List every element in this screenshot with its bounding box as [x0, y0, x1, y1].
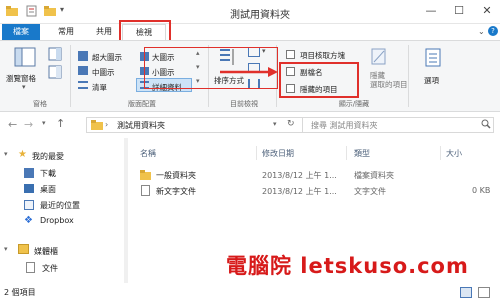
large-icons-view-icon[interactable] [478, 287, 490, 298]
chevron-down-icon[interactable]: ▾ [4, 150, 8, 158]
address-bar-row: ← → ▾ ↑ › 測試用資料夾 ▾ ↻ 搜尋 測試用資料夾 [0, 112, 500, 138]
column-separator[interactable] [256, 146, 257, 160]
text-file-icon [141, 185, 150, 196]
navigation-pane-button[interactable]: 瀏覽窗格 [6, 73, 36, 84]
tab-file[interactable]: 檔案 [2, 24, 40, 40]
chevron-down-icon[interactable]: ▾ [60, 5, 72, 17]
folder-icon [140, 170, 151, 180]
arrow-annotation [220, 66, 280, 78]
layout-medium-icons[interactable]: 中圖示 [92, 67, 115, 78]
file-type: 文字文件 [354, 187, 386, 196]
maximize-button[interactable]: ☐ [446, 2, 472, 20]
nav-item-desktop[interactable]: 桌面 [40, 184, 56, 195]
nav-item-downloads[interactable]: 下載 [40, 168, 56, 179]
folder-icon [91, 120, 103, 130]
details-pane-icon[interactable] [48, 65, 62, 79]
ribbon-separator [408, 45, 409, 107]
column-header-size[interactable]: 大小 [446, 148, 462, 159]
navigation-pane-icon[interactable] [14, 47, 36, 69]
table-row[interactable]: 新文字文件 2013/8/12 上午 1... 文字文件 0 KB [136, 184, 500, 198]
folder-icon[interactable] [6, 5, 18, 17]
desktop-icon [24, 184, 34, 193]
hide-selected-button[interactable]: 隱藏 選取的項目 [370, 71, 408, 89]
item-checkboxes-label: 項目核取方塊 [300, 51, 345, 60]
libraries-icon [18, 244, 29, 254]
tab-share[interactable]: 共用 [88, 24, 120, 40]
highlight-box-show-hide [279, 62, 359, 98]
recent-locations-icon[interactable]: ▾ [42, 119, 46, 127]
file-name: 新文字文件 [156, 187, 196, 196]
table-row[interactable]: 一般資料夾 2013/8/12 上午 1... 檔案資料夾 [136, 168, 500, 182]
file-type: 檔案資料夾 [354, 171, 394, 180]
file-date: 2013/8/12 上午 1... [262, 187, 337, 196]
column-separator[interactable] [440, 146, 441, 160]
file-date: 2013/8/12 上午 1... [262, 171, 337, 180]
nav-favorites[interactable]: 我的最愛 [32, 151, 64, 162]
layout-xl-icons[interactable]: 超大圖示 [92, 52, 122, 63]
list-icon [78, 81, 88, 89]
details-view-icon[interactable] [460, 287, 472, 298]
chevron-down-icon[interactable]: ⌄ [478, 27, 485, 36]
item-checkboxes-checkbox[interactable] [286, 50, 295, 59]
download-icon [24, 168, 34, 178]
address-path[interactable]: 測試用資料夾 [117, 120, 165, 131]
nav-libraries[interactable]: 媒體櫃 [34, 246, 58, 257]
file-size: 0 KB [472, 186, 491, 195]
ribbon-tabs: 檔案 常用 共用 檢視 ⌄ ? [0, 24, 500, 40]
ribbon-separator [70, 45, 71, 107]
column-separator[interactable] [346, 146, 347, 160]
medium-icons-icon [78, 66, 88, 75]
help-icon[interactable]: ? [488, 26, 498, 36]
chevron-down-icon[interactable]: ▾ [4, 245, 8, 253]
back-arrow-icon[interactable]: ← [8, 118, 17, 131]
dropbox-icon: ❖ [24, 215, 33, 226]
watermark: 電腦院 letskuso.com [226, 254, 469, 278]
preview-pane-icon[interactable] [48, 47, 62, 61]
forward-arrow-icon[interactable]: → [24, 118, 33, 131]
nav-item-documents[interactable]: 文件 [42, 263, 58, 274]
hide-selected-icon[interactable] [370, 47, 388, 67]
nav-item-recent[interactable]: 最近的位置 [40, 200, 80, 211]
properties-icon[interactable] [26, 5, 38, 17]
search-icon[interactable] [481, 119, 491, 129]
search-input[interactable]: 搜尋 測試用資料夾 [302, 117, 494, 133]
group-label-panes: 窗格 [33, 100, 47, 108]
navigation-pane: ▾ ★ 我的最愛 下載 桌面 最近的位置 ❖ Dropbox ▾ 媒體櫃 文件 [0, 138, 128, 283]
column-header-date[interactable]: 修改日期 [262, 148, 294, 159]
column-header-type[interactable]: 類型 [354, 148, 370, 159]
item-count: 2 個項目 [4, 288, 36, 297]
file-name: 一般資料夾 [156, 171, 196, 180]
search-placeholder: 搜尋 測試用資料夾 [311, 121, 378, 130]
group-label-show-hide: 顯示/隱藏 [338, 100, 370, 108]
options-icon[interactable] [424, 47, 442, 69]
documents-icon [26, 262, 35, 273]
refresh-icon[interactable]: ↻ [287, 119, 295, 129]
group-label-layout: 版面配置 [128, 100, 156, 108]
chevron-down-icon[interactable]: ▾ [273, 120, 277, 128]
options-button[interactable]: 選項 [424, 75, 439, 86]
chevron-right-icon[interactable]: › [105, 120, 108, 129]
title-bar: ▾ 測試用資料夾 — ☐ ✕ [0, 0, 500, 24]
star-icon: ★ [18, 149, 27, 160]
column-header-name[interactable]: 名稱 [140, 148, 156, 159]
address-box[interactable]: › 測試用資料夾 ▾ ↻ [86, 117, 326, 133]
up-arrow-icon[interactable]: ↑ [56, 117, 65, 130]
new-folder-icon[interactable] [44, 5, 56, 17]
minimize-button[interactable]: — [418, 2, 444, 20]
close-button[interactable]: ✕ [474, 2, 500, 20]
recent-places-icon [24, 200, 34, 210]
status-bar: 2 個項目 [0, 283, 500, 302]
chevron-down-icon: ▾ [22, 83, 26, 91]
layout-list[interactable]: 清單 [92, 82, 107, 93]
window-title: 測試用資料夾 [230, 10, 290, 21]
tab-home[interactable]: 常用 [50, 24, 82, 40]
group-label-current-view: 目前檢視 [230, 100, 258, 108]
xl-icons-icon [78, 51, 88, 61]
nav-item-dropbox[interactable]: Dropbox [40, 216, 74, 225]
